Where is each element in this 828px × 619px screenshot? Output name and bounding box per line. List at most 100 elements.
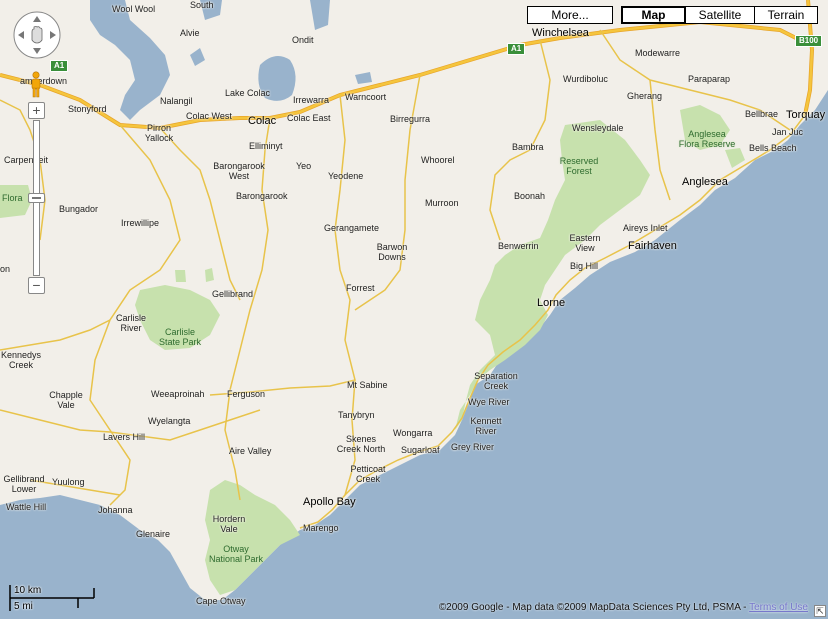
more-button[interactable]: More... xyxy=(527,6,613,24)
place-bellbrae: Bellbrae xyxy=(745,109,779,119)
place-aire-valley: Aire Valley xyxy=(229,446,272,456)
street-view-pegman-icon[interactable] xyxy=(30,71,42,99)
place-camperdown: amperdown xyxy=(20,76,68,86)
copyright-text: ©2009 Google - Map data ©2009 MapData Sc… xyxy=(438,602,750,613)
place-jan-juc: Jan Juc xyxy=(772,127,804,137)
place-on: on xyxy=(0,264,11,274)
place-pirron-yallock: Pirron Yallock xyxy=(144,123,174,143)
place-hordern-vale: Hordern Vale xyxy=(212,514,246,534)
place-nalangil: Nalangil xyxy=(160,96,193,106)
road-shield-b100: B100 xyxy=(795,35,823,47)
road-shield-a1-west: A1 xyxy=(50,60,69,72)
place-weeaproinah: Weeaproinah xyxy=(151,389,205,399)
hand-icon xyxy=(31,26,43,44)
place-fairhaven: Fairhaven xyxy=(628,240,677,252)
map-type-satellite-button[interactable]: Satellite xyxy=(685,6,755,24)
place-wensleydale: Wensleydale xyxy=(572,123,624,133)
place-bells-beach: Bells Beach xyxy=(749,143,797,153)
place-wool-wool: Wool Wool xyxy=(112,4,156,14)
place-glenaire: Glenaire xyxy=(136,529,171,539)
terms-of-use-link[interactable]: Terms of Use xyxy=(749,602,808,613)
place-boonah: Boonah xyxy=(514,191,546,201)
map-type-map-button[interactable]: Map xyxy=(621,6,686,24)
place-petticoat-creek: Petticoat Creek xyxy=(350,464,386,484)
place-paraparap: Paraparap xyxy=(688,74,731,84)
zoom-in-button[interactable]: + xyxy=(28,102,45,119)
scale-bar: 10 km 5 mi xyxy=(8,583,98,613)
place-torquay: Torquay xyxy=(786,109,826,121)
place-winchelsea: Winchelsea xyxy=(532,27,589,39)
scale-km-label: 10 km xyxy=(14,585,42,596)
place-wye-river: Wye River xyxy=(468,397,510,407)
place-forrest: Forrest xyxy=(346,283,375,293)
place-south: South xyxy=(190,0,214,10)
place-barongarook: Barongarook xyxy=(236,191,288,201)
copyright-notice: ©2009 Google - Map data ©2009 MapData Sc… xyxy=(439,602,808,613)
place-murroon: Murroon xyxy=(425,198,459,208)
place-wyelangta: Wyelangta xyxy=(148,416,191,426)
map-type-terrain-button[interactable]: Terrain xyxy=(754,6,818,24)
place-wurdiboluc: Wurdiboluc xyxy=(563,74,608,84)
zoom-out-button[interactable]: − xyxy=(28,277,45,294)
place-gellibrand-lower: Gellibrand Lower xyxy=(3,474,45,494)
place-barwon-downs: Barwon Downs xyxy=(376,242,408,262)
place-kennett-river: Kennett River xyxy=(470,416,502,436)
place-anglesea: Anglesea xyxy=(682,176,728,188)
zoom-slider-thumb[interactable] xyxy=(28,193,45,203)
place-ferguson: Ferguson xyxy=(227,389,266,399)
place-whoorel: Whoorel xyxy=(421,155,455,165)
place-wongarra: Wongarra xyxy=(393,428,433,438)
place-carlisle-state-park: Carlisle State Park xyxy=(158,327,202,347)
map-canvas[interactable]: Wool Wool South Alvie Ondit Winchelsea M… xyxy=(0,0,828,619)
place-ondit: Ondit xyxy=(292,35,314,45)
pan-control-icon[interactable] xyxy=(12,10,62,60)
place-yeo: Yeo xyxy=(296,161,312,171)
place-apollo-bay: Apollo Bay xyxy=(303,496,356,508)
place-colac-east: Colac East xyxy=(287,113,331,123)
place-lake-colac: Lake Colac xyxy=(225,88,271,98)
place-bungador: Bungador xyxy=(59,204,99,214)
place-yuulong: Yuulong xyxy=(52,477,85,487)
place-colac: Colac xyxy=(248,115,277,127)
place-irrewillipe: Irrewillipe xyxy=(121,218,160,228)
place-chapple-vale: Chapple Vale xyxy=(49,390,83,410)
place-elliminyt: Elliminyt xyxy=(249,141,283,151)
place-separation-creek: Separation Creek xyxy=(474,371,518,391)
place-big-hill: Big Hill xyxy=(570,261,599,271)
place-lavers-hill: Lavers Hill xyxy=(103,432,146,442)
place-marengo: Marengo xyxy=(303,523,339,533)
place-aireys-inlet: Aireys Inlet xyxy=(623,223,668,233)
place-grey-river: Grey River xyxy=(451,442,495,452)
place-reserved-forest: Reserved Forest xyxy=(559,156,599,176)
place-yeodene: Yeodene xyxy=(328,171,364,181)
place-warncoort: Warncoort xyxy=(345,92,387,102)
place-gherang: Gherang xyxy=(627,91,663,101)
place-alvie: Alvie xyxy=(180,28,200,38)
overview-toggle-icon[interactable]: ⇱ xyxy=(814,605,826,617)
place-birregurra: Birregurra xyxy=(390,114,431,124)
place-mt-sabine: Mt Sabine xyxy=(347,380,388,390)
place-colac-west: Colac West xyxy=(186,111,232,121)
place-carpendeit: Carpendeit xyxy=(4,155,49,165)
map-tiles xyxy=(0,0,828,619)
place-bambra: Bambra xyxy=(512,142,544,152)
place-lorne: Lorne xyxy=(537,297,566,309)
place-otway-national-park: Otway National Park xyxy=(208,544,264,564)
place-gellibrand: Gellibrand xyxy=(212,289,254,299)
place-barongarook-west: Barongarook West xyxy=(213,161,265,181)
place-sugarloaf: Sugarloaf xyxy=(401,445,440,455)
place-stonyford: Stonyford xyxy=(68,104,107,114)
road-shield-a1-east: A1 xyxy=(507,43,526,55)
place-skenes-creek-north: Skenes Creek North xyxy=(336,434,386,454)
place-kennedys-creek: Kennedys Creek xyxy=(0,350,42,370)
place-anglesea-flora-reserve: Anglesea Flora Reserve xyxy=(678,129,736,149)
place-gerangamete: Gerangamete xyxy=(324,223,380,233)
place-modewarre: Modewarre xyxy=(635,48,681,58)
place-wattle-hill: Wattle Hill xyxy=(6,502,47,512)
place-irrewarra: Irrewarra xyxy=(293,95,330,105)
place-tanybryn: Tanybryn xyxy=(338,410,375,420)
place-benwerrin: Benwerrin xyxy=(498,241,539,251)
place-cape-otway: Cape Otway xyxy=(196,596,246,606)
place-johanna: Johanna xyxy=(98,505,133,515)
place-carlisle-river: Carlisle River xyxy=(115,313,147,333)
